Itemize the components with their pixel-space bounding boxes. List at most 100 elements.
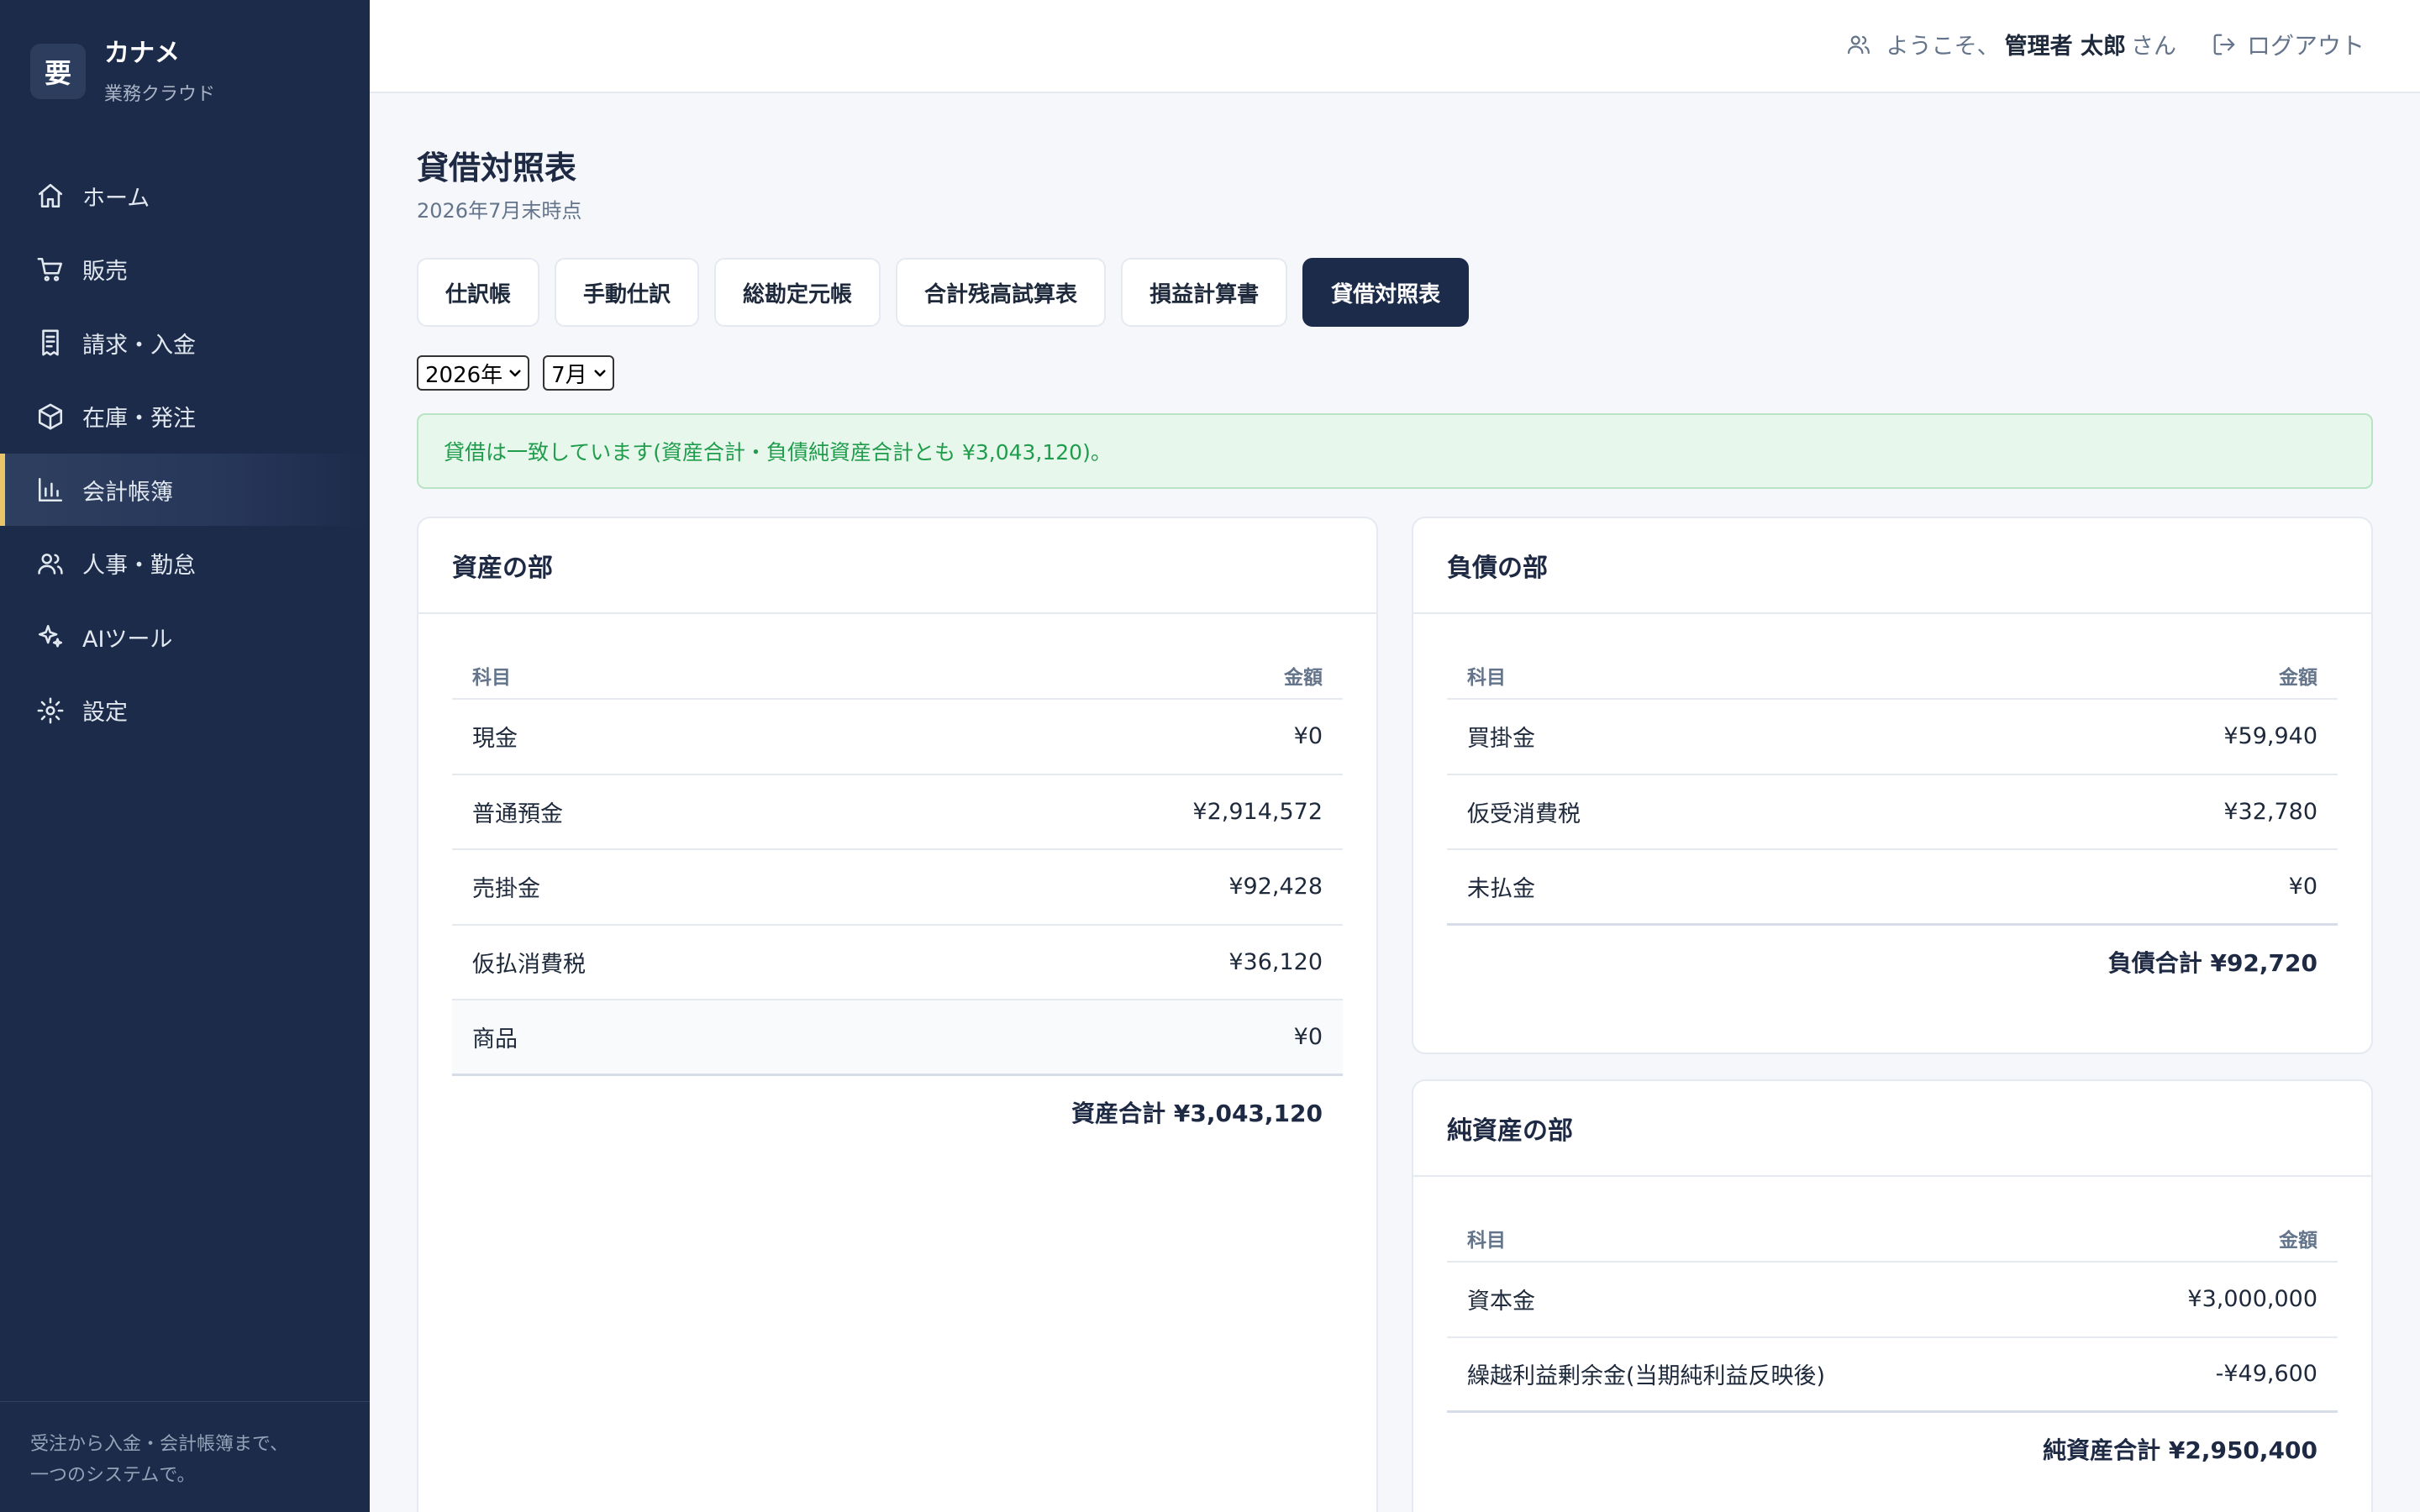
account-amount: ¥3,000,000 (2187, 1286, 2317, 1313)
logout-label: ログアウト (2246, 32, 2365, 60)
account-name: 仮払消費税 (472, 951, 586, 978)
report-tabs: 仕訳帳 手動仕訳 総勘定元帳 合計残高試算表 損益計算書 貸借対照表 (417, 258, 1484, 327)
brand-name: カナメ (104, 39, 180, 68)
tab-income-statement[interactable]: 損益計算書 (1121, 258, 1288, 327)
box-icon (35, 402, 66, 432)
alert-message: 貸借は一致しています(資産合計・負債純資産合計とも ¥3,043,120)。 (444, 440, 1112, 465)
period-filters: 2026年 7月 (417, 355, 628, 391)
sidebar: 要 カナメ 業務クラウド ホーム 販売 請求・入金 在庫・発注 会計帳簿 人事・… (0, 0, 370, 1512)
sidebar-item-label: 販売 (82, 259, 128, 285)
users-icon (1846, 32, 1871, 57)
year-select[interactable]: 2026年 (417, 355, 530, 391)
sidebar-item-label: 在庫・発注 (82, 406, 196, 432)
home-icon (35, 181, 66, 211)
table-row: 普通預金 ¥2,914,572 (452, 775, 1343, 850)
account-amount: ¥59,940 (2223, 723, 2317, 750)
year-select-value: 2026年 (425, 362, 503, 388)
tab-balance-sheet[interactable]: 貸借対照表 (1302, 258, 1470, 327)
liabilities-table: 科目 金額 買掛金 ¥59,940 仮受消費税 ¥32,780 未払金 ¥0 負… (1447, 653, 2338, 998)
sidebar-item-billing[interactable]: 請求・入金 (0, 307, 370, 379)
column-header-amount: 金額 (1284, 667, 1323, 689)
account-name: 未払金 (1467, 875, 1535, 902)
account-name: 繰越利益剰余金(当期純利益反映後) (1467, 1363, 1826, 1390)
sidebar-footer-line: 受注から入金・会計帳簿まで、 (30, 1434, 289, 1455)
equity-table: 科目 金額 資本金 ¥3,000,000 繰越利益剰余金(当期純利益反映後) -… (1447, 1215, 2338, 1485)
account-amount: ¥0 (2288, 873, 2317, 900)
sidebar-item-label: 人事・勤怠 (82, 553, 196, 579)
brand-subtitle: 業務クラウド (104, 84, 216, 105)
account-amount: ¥32,780 (2223, 798, 2317, 825)
column-header-account: 科目 (1467, 1230, 1506, 1252)
table-row: 仮払消費税 ¥36,120 (452, 926, 1343, 1000)
assets-card: 資産の部 科目 金額 現金 ¥0 普通預金 ¥2,914,572 売掛金 ¥92… (417, 517, 1378, 1512)
bar-chart-icon (35, 475, 66, 505)
brand[interactable]: 要 カナメ 業務クラウド (30, 40, 215, 106)
sidebar-item-settings[interactable]: 設定 (0, 675, 370, 747)
logout-button[interactable]: ログアウト (2212, 28, 2365, 61)
account-name: 資本金 (1467, 1289, 1535, 1315)
account-name: 現金 (472, 726, 518, 753)
brand-logo: 要 (30, 44, 86, 99)
account-name: 売掛金 (472, 876, 540, 903)
table-row: 買掛金 ¥59,940 (1447, 700, 2338, 775)
welcome-message: ようこそ、 管理者 太郎 さん (1846, 28, 2176, 60)
page-subtitle: 2026年7月末時点 (417, 199, 582, 223)
sidebar-item-inventory[interactable]: 在庫・発注 (0, 381, 370, 453)
card-title: 負債の部 (1413, 518, 2371, 614)
table-header: 科目 金額 (452, 653, 1343, 700)
users-icon (35, 549, 66, 579)
account-amount: ¥2,914,572 (1192, 798, 1323, 825)
sidebar-item-accounting[interactable]: 会計帳簿 (0, 454, 370, 526)
table-header: 科目 金額 (1447, 653, 2338, 700)
welcome-prefix: ようこそ、 (1886, 34, 2000, 60)
sidebar-footer-line: 一つのシステムで。 (30, 1465, 196, 1486)
sidebar-item-ai-tools[interactable]: AIツール (0, 601, 370, 673)
table-row: 現金 ¥0 (452, 700, 1343, 775)
tab-general-ledger[interactable]: 総勘定元帳 (714, 258, 881, 327)
sparkles-icon (35, 622, 66, 652)
liabilities-card: 負債の部 科目 金額 買掛金 ¥59,940 仮受消費税 ¥32,780 未払金… (1412, 517, 2373, 1054)
table-row: 仮受消費税 ¥32,780 (1447, 775, 2338, 850)
assets-table: 科目 金額 現金 ¥0 普通預金 ¥2,914,572 売掛金 ¥92,428 … (452, 653, 1343, 1148)
account-amount: ¥36,120 (1228, 948, 1323, 975)
card-title: 純資産の部 (1413, 1081, 2371, 1177)
account-name: 商品 (472, 1026, 518, 1053)
balance-check-alert: 貸借は一致しています(資産合計・負債純資産合計とも ¥3,043,120)。 (417, 413, 2373, 489)
chevron-down-icon (592, 365, 608, 381)
column-header-amount: 金額 (2279, 1230, 2317, 1252)
table-header: 科目 金額 (1447, 1215, 2338, 1263)
tab-trial-balance[interactable]: 合計残高試算表 (896, 258, 1107, 327)
logout-icon (2212, 32, 2237, 57)
account-amount: -¥49,600 (2215, 1361, 2317, 1388)
account-amount: ¥0 (1293, 1023, 1323, 1050)
card-title: 資産の部 (418, 518, 1376, 614)
tab-manual-journal[interactable]: 手動仕訳 (555, 258, 700, 327)
sidebar-item-label: 会計帳簿 (82, 479, 173, 506)
column-header-amount: 金額 (2279, 667, 2317, 689)
equity-card: 純資産の部 科目 金額 資本金 ¥3,000,000 繰越利益剰余金(当期純利益… (1412, 1079, 2373, 1512)
receipt-icon (35, 328, 66, 358)
liabilities-total: 負債合計 ¥92,720 (2107, 948, 2317, 977)
welcome-suffix: さん (2131, 34, 2176, 60)
table-row: 繰越利益剰余金(当期純利益反映後) -¥49,600 (1447, 1338, 2338, 1413)
account-name: 仮受消費税 (1467, 801, 1581, 827)
tab-journal[interactable]: 仕訳帳 (417, 258, 540, 327)
table-row: 商品 ¥0 (452, 1000, 1343, 1076)
gear-icon (35, 696, 66, 726)
account-amount: ¥92,428 (1228, 874, 1323, 900)
top-bar: ようこそ、 管理者 太郎 さん ログアウト (370, 0, 2420, 93)
user-name: 管理者 太郎 (2004, 34, 2126, 60)
sidebar-item-sales[interactable]: 販売 (0, 234, 370, 306)
page-title: 貸借対照表 (417, 150, 577, 186)
table-row: 売掛金 ¥92,428 (452, 850, 1343, 926)
table-row: 未払金 ¥0 (1447, 850, 2338, 926)
sidebar-item-label: AIツール (82, 626, 173, 653)
account-name: 普通預金 (472, 801, 563, 827)
month-select[interactable]: 7月 (543, 355, 614, 391)
sidebar-item-hr[interactable]: 人事・勤怠 (0, 528, 370, 600)
sidebar-item-home[interactable]: ホーム (0, 160, 370, 232)
sidebar-footer: 受注から入金・会計帳簿まで、 一つのシステムで。 (0, 1401, 370, 1512)
account-name: 買掛金 (1467, 726, 1535, 753)
month-select-value: 7月 (551, 362, 587, 388)
column-header-account: 科目 (1467, 667, 1506, 689)
